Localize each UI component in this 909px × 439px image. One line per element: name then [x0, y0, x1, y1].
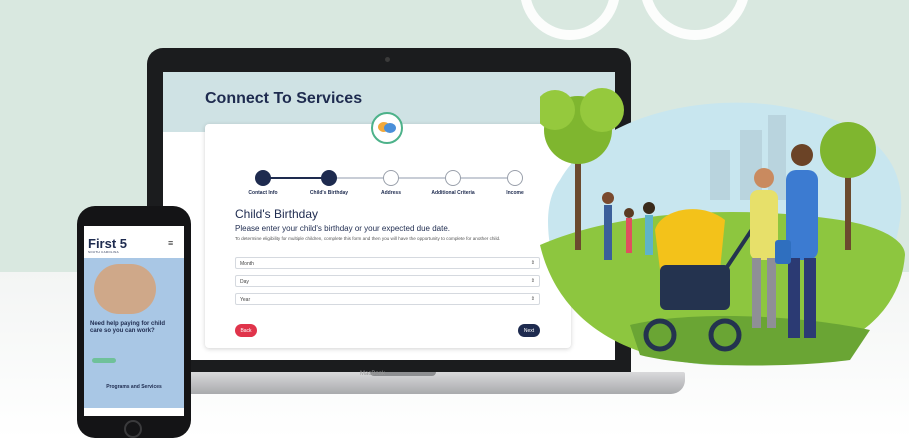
day-select[interactable]: Day ⇕	[235, 275, 540, 287]
step-connector	[329, 177, 517, 179]
page-title: Connect To Services	[205, 90, 363, 107]
step-connector	[263, 177, 329, 179]
chat-bubbles-icon	[371, 112, 403, 144]
step-dot-income[interactable]	[507, 170, 523, 186]
learn-more-button[interactable]	[92, 358, 116, 363]
first5-logo[interactable]: First 5	[88, 236, 127, 251]
step-dot-additional-criteria[interactable]	[445, 170, 461, 186]
select-caret-icon: ⇕	[530, 278, 535, 284]
year-select[interactable]: Year ⇕	[235, 293, 540, 305]
programs-and-services-link[interactable]: Programs and Services	[84, 384, 184, 390]
baby-photo	[94, 264, 156, 314]
form-card: Contact Info Child's Birthday Address Ad…	[205, 112, 571, 348]
step-label: Income	[506, 190, 524, 196]
section-title: Child's Birthday	[235, 207, 318, 221]
family-park-illustration	[540, 88, 905, 366]
month-select-value: Month	[240, 261, 254, 267]
phone: First 5 SOUTH CAROLINA ≡ Need help payin…	[77, 206, 191, 438]
month-select[interactable]: Month ⇕	[235, 257, 540, 269]
phone-headline: Need help paying for child care so you c…	[90, 321, 166, 334]
step-label: Additional Criteria	[431, 190, 475, 196]
next-button[interactable]: Next	[518, 324, 540, 337]
laptop-camera	[385, 57, 390, 62]
laptop-base	[120, 372, 685, 394]
day-select-value: Day	[240, 279, 249, 285]
select-caret-icon: ⇕	[530, 296, 535, 302]
progress-stepper: Contact Info Child's Birthday Address Ad…	[248, 168, 525, 198]
step-dot-address[interactable]	[383, 170, 399, 186]
hamburger-menu-icon[interactable]: ≡	[168, 238, 173, 248]
step-label: Child's Birthday	[309, 190, 349, 196]
step-dot-childs-birthday[interactable]	[321, 170, 337, 186]
laptop-brand: MacBook	[360, 371, 386, 377]
first5-logo-subtitle: SOUTH CAROLINA	[88, 250, 119, 254]
step-label: Contact Info	[248, 190, 278, 196]
step-dot-contact-info[interactable]	[255, 170, 271, 186]
home-button[interactable]	[124, 420, 142, 438]
section-note: To determine eligibility for multiple ch…	[235, 236, 501, 241]
select-caret-icon: ⇕	[530, 260, 535, 266]
year-select-value: Year	[240, 297, 251, 303]
phone-screen: First 5 SOUTH CAROLINA ≡ Need help payin…	[84, 226, 184, 416]
back-button[interactable]: Back	[235, 324, 257, 337]
section-subtitle: Please enter your child's birthday or yo…	[235, 224, 450, 233]
step-label: Address	[380, 190, 401, 196]
phone-status-bar	[84, 226, 184, 233]
